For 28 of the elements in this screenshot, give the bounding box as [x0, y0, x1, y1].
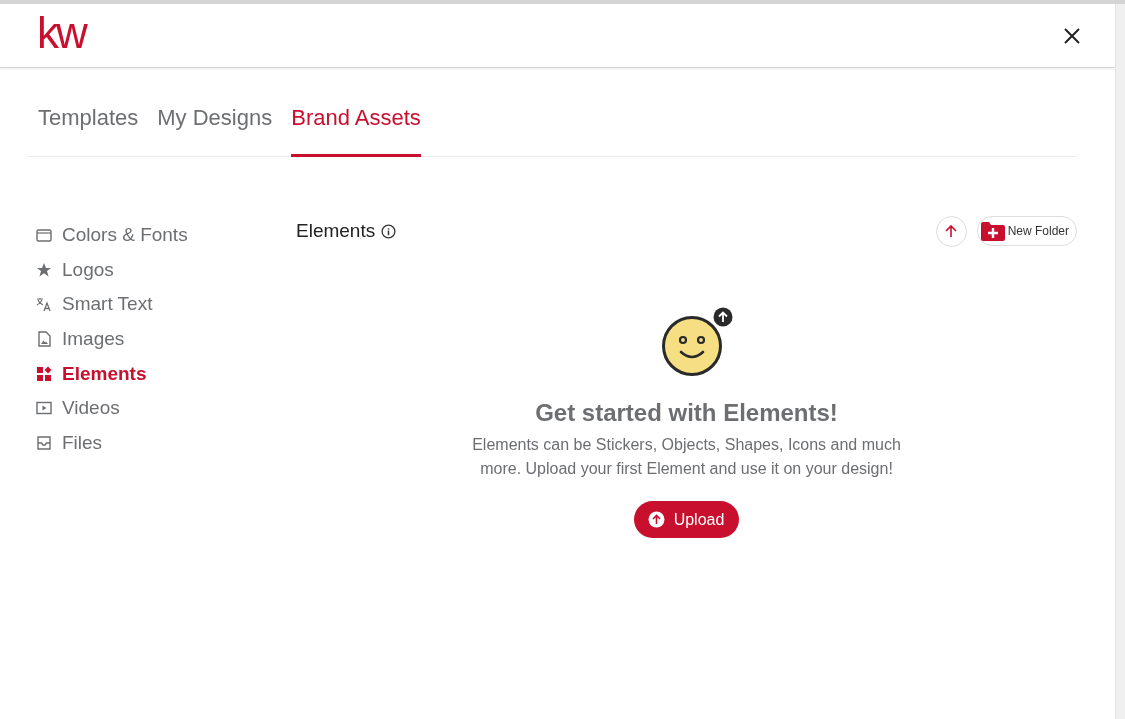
logo: kw: [37, 10, 85, 55]
upload-icon: [647, 511, 665, 528]
tab[interactable]: Templates: [38, 105, 139, 157]
arrow-up-icon: [944, 224, 959, 238]
smiley-icon: [660, 307, 735, 377]
close-icon[interactable]: [1064, 27, 1080, 44]
sidebar-item[interactable]: Files: [35, 425, 296, 461]
translate-icon: [35, 295, 53, 314]
sidebar-item[interactable]: Colors & Fonts: [35, 218, 296, 253]
widgets-icon: [35, 364, 53, 383]
tab[interactable]: Brand Assets: [291, 105, 421, 157]
inbox-icon: [35, 433, 53, 452]
upload-button[interactable]: Upload: [633, 501, 740, 538]
scrollbar[interactable]: [1115, 4, 1125, 719]
info-icon[interactable]: [381, 223, 397, 239]
folder-plus-icon: [980, 221, 1005, 241]
sidebar-item[interactable]: Logos: [35, 252, 296, 288]
section-title: Elements: [296, 220, 376, 242]
image-icon: [35, 330, 53, 349]
sidebar-item[interactable]: Elements: [35, 356, 296, 391]
sidebar-item[interactable]: Images: [35, 321, 296, 357]
empty-state-heading: Get started with Elements!: [535, 399, 838, 427]
empty-state-text: Elements can be Stickers, Objects, Shapes, Icons and much more. Upload your first Element and use it on your design!: [471, 435, 902, 479]
up-button[interactable]: [935, 215, 967, 247]
sidebar-item[interactable]: Videos: [35, 390, 296, 426]
sidebar-item[interactable]: Smart Text: [35, 287, 296, 322]
tab[interactable]: My Designs: [157, 105, 273, 157]
new-folder-button[interactable]: New Folder: [976, 216, 1077, 246]
